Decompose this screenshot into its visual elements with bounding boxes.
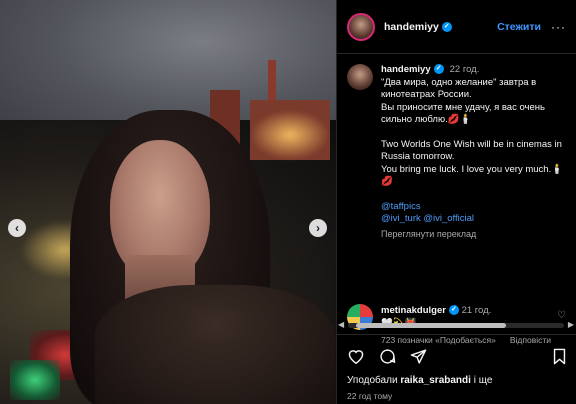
likes-suffix[interactable]: і ще <box>471 375 493 386</box>
caption-tag-taffpics[interactable]: @taffpics <box>381 201 566 214</box>
caption-block: handemiyy ✓ 22 год. "Два мира, одно желани… <box>337 54 576 304</box>
caption-avatar[interactable] <box>347 64 373 90</box>
carousel-prev-button[interactable]: ‹ <box>8 219 26 237</box>
caption-username[interactable]: handemiyy ✓ <box>381 64 444 75</box>
post-actions: Уподобали raika_srabandi і ще 22 год том… <box>337 334 576 401</box>
verified-icon: ✓ <box>448 305 459 316</box>
verified-icon: ✓ <box>433 64 444 75</box>
caption-text: handemiyy ✓ 22 год. "Два мира, одно желани… <box>381 64 566 240</box>
caption-en-line2: You bring me luck. I love you very much.… <box>381 163 564 188</box>
post-side-panel: handemiyy ✓ Стежити ··· handemiyy ✓ 22 год.… <box>336 0 576 404</box>
like-icon[interactable] <box>347 348 365 364</box>
author-avatar[interactable] <box>347 12 375 41</box>
caption-ru-line1: "Два мира, одно желание" завтра в киноте… <box>381 76 537 101</box>
caption-en-line1: Two Worlds One Wish will be in cinemas i… <box>381 138 562 163</box>
photo-sweater <box>95 285 335 404</box>
post-header: handemiyy ✓ Стежити ··· <box>337 0 576 54</box>
scroll-right-icon[interactable]: ▶ <box>568 320 574 329</box>
carousel-next-button[interactable]: › <box>309 219 327 237</box>
caption-time[interactable]: 22 год. <box>450 64 480 75</box>
comment-icon[interactable] <box>379 348 396 365</box>
scroll-thumb[interactable] <box>356 323 506 328</box>
likes-user-link[interactable]: raika_srabandi <box>400 375 471 386</box>
commenter-username[interactable]: metinakdulger ✓ <box>381 305 459 316</box>
likes-prefix: Уподобали <box>347 375 401 386</box>
comments-scrollbar[interactable]: ◀ ▶ <box>338 320 574 330</box>
follow-button[interactable]: Стежити <box>497 21 541 33</box>
scroll-left-icon[interactable]: ◀ <box>338 320 344 329</box>
instagram-post-modal: ‹ › handemiyy ✓ Стежити ··· handemiyy ✓ 22 … <box>0 0 576 404</box>
caption-ru-line2: Вы приносите мне удачу, я вас очень силь… <box>381 101 545 126</box>
comment-time[interactable]: 21 год. <box>462 305 492 316</box>
see-translation-link[interactable]: Переглянути переклад <box>381 228 566 241</box>
share-icon[interactable] <box>410 348 427 365</box>
author-username[interactable]: handemiyy ✓ <box>384 21 452 33</box>
caption-tag-ivi[interactable]: @ivi_turk @ivi_official <box>381 213 566 226</box>
photo-light <box>250 110 330 160</box>
post-photo[interactable]: ‹ › <box>0 0 336 404</box>
verified-icon: ✓ <box>441 21 452 32</box>
post-timestamp[interactable]: 22 год тому <box>347 391 567 401</box>
more-options-icon[interactable]: ··· <box>551 20 566 34</box>
photo-green-light <box>10 360 60 400</box>
save-bookmark-icon[interactable] <box>552 348 567 365</box>
likes-summary: Уподобали raika_srabandi і ще <box>347 375 567 386</box>
